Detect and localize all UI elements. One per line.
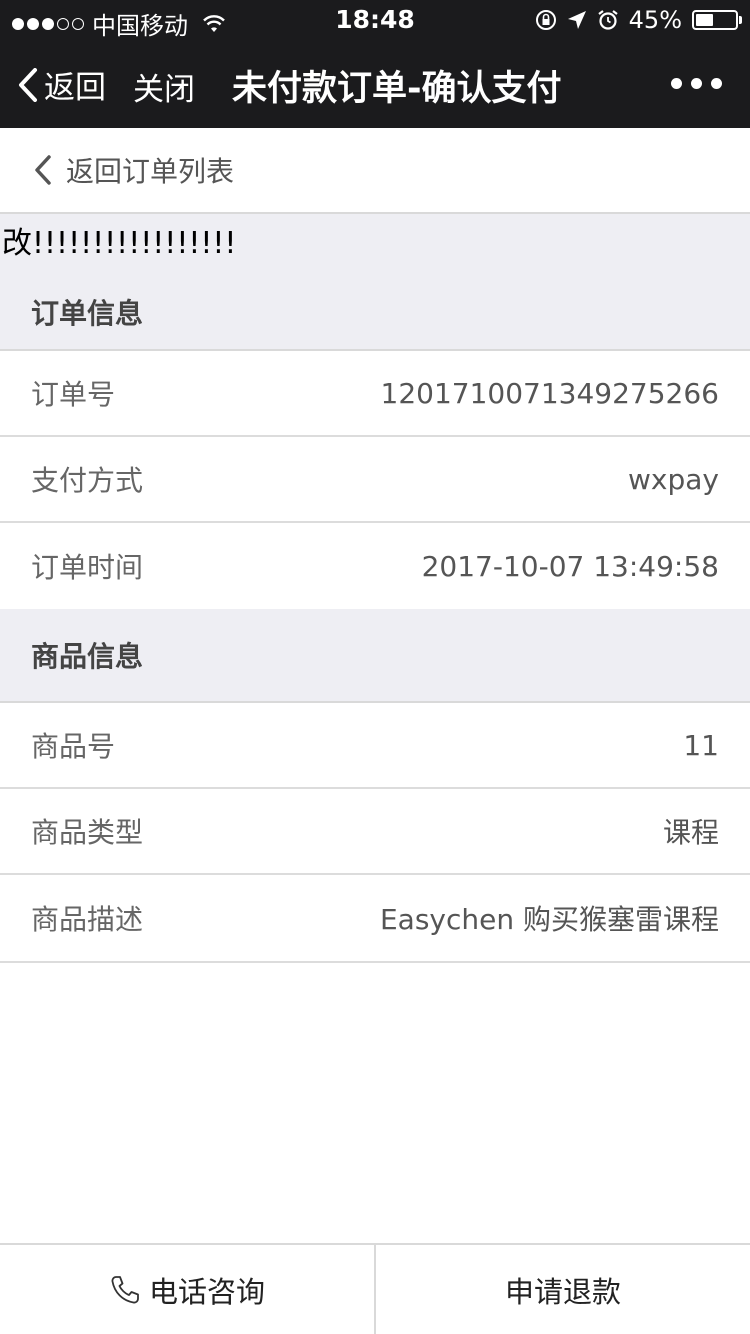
battery-fill bbox=[696, 14, 714, 26]
row-label: 订单号 bbox=[31, 378, 116, 411]
phone-consult-button[interactable]: 电话咨询 bbox=[0, 1245, 374, 1334]
info-row-order-number: 订单号 1201710071349275266 bbox=[0, 351, 750, 437]
back-to-order-list-label: 返回订单列表 bbox=[66, 155, 235, 188]
row-value: 2017-10-07 13:49:58 bbox=[421, 549, 719, 583]
location-arrow-icon bbox=[567, 11, 586, 29]
section-title-product-info: 商品信息 bbox=[0, 609, 750, 703]
info-row-payment-method: 支付方式 wxpay bbox=[0, 437, 750, 523]
status-right: 45% bbox=[535, 6, 742, 34]
subheader: 返回订单列表 bbox=[0, 128, 750, 214]
info-row-product-description: 商品描述 Easychen 购买猴塞雷课程 bbox=[0, 875, 750, 963]
row-value: wxpay bbox=[628, 462, 719, 496]
row-label: 商品类型 bbox=[31, 816, 144, 849]
row-label: 商品描述 bbox=[31, 903, 144, 936]
section-title-order-info: 订单信息 bbox=[0, 262, 750, 351]
row-value: 11 bbox=[683, 728, 719, 762]
back-to-order-list-link[interactable]: 返回订单列表 bbox=[34, 150, 234, 190]
notice-text: 改!!!!!!!!!!!!!!!!! bbox=[0, 214, 750, 262]
row-label: 商品号 bbox=[31, 730, 116, 763]
back-label: 返回 bbox=[44, 70, 106, 106]
back-button[interactable]: 返回 bbox=[18, 62, 106, 107]
info-row-order-time: 订单时间 2017-10-07 13:49:58 bbox=[0, 523, 750, 609]
apply-refund-button[interactable]: 申请退款 bbox=[376, 1245, 750, 1334]
row-value: 1201710071349275266 bbox=[380, 376, 719, 410]
bottom-action-bar: 电话咨询 申请退款 bbox=[0, 1243, 750, 1334]
phone-icon bbox=[111, 1275, 139, 1303]
chevron-left-icon bbox=[35, 155, 51, 185]
status-bar: 中国移动 18:48 45% bbox=[0, 0, 750, 40]
row-value: Easychen 购买猴塞雷课程 bbox=[379, 903, 719, 936]
nav-bar: 返回 关闭 未付款订单-确认支付 bbox=[0, 40, 750, 128]
order-content: 改!!!!!!!!!!!!!!!!! 订单信息 订单号 120171007134… bbox=[0, 214, 750, 963]
more-dots-icon[interactable] bbox=[671, 78, 722, 89]
battery-icon bbox=[692, 10, 742, 30]
info-row-product-number: 商品号 11 bbox=[0, 703, 750, 789]
top-bar: 中国移动 18:48 45% 返回 关闭 未付款订单-确认支付 bbox=[0, 0, 750, 128]
row-label: 支付方式 bbox=[31, 464, 144, 497]
page-title: 未付款订单-确认支付 bbox=[232, 69, 562, 109]
orientation-lock-icon bbox=[535, 10, 556, 30]
chevron-left-icon bbox=[19, 67, 37, 102]
close-button[interactable]: 关闭 bbox=[133, 64, 195, 109]
phone-consult-label: 电话咨询 bbox=[148, 1274, 265, 1309]
info-row-product-type: 商品类型 课程 bbox=[0, 789, 750, 875]
apply-refund-label: 申请退款 bbox=[504, 1274, 621, 1309]
row-value: 课程 bbox=[662, 816, 719, 849]
row-label: 订单时间 bbox=[31, 551, 144, 584]
alarm-icon bbox=[597, 10, 618, 30]
battery-percent: 45% bbox=[628, 6, 682, 34]
